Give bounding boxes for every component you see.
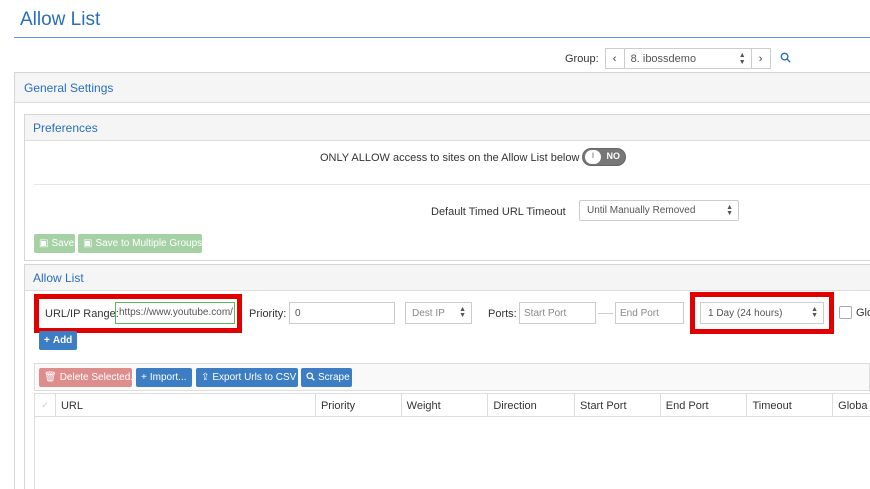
- save-multi-label: Save to Multiple Groups: [95, 238, 203, 249]
- allow-list-table-body: [34, 417, 870, 489]
- group-prev-button[interactable]: ‹: [604, 48, 625, 69]
- only-allow-toggle[interactable]: ‖ NO: [582, 148, 626, 166]
- url-ip-range-input[interactable]: https://www.youtube.com/: [115, 302, 235, 324]
- end-port-input[interactable]: End Port: [615, 302, 684, 324]
- start-port-input[interactable]: Start Port: [519, 302, 596, 324]
- export-label: Export Urls to CSV: [212, 372, 297, 383]
- general-settings-header[interactable]: General Settings: [15, 73, 870, 103]
- priority-label: Priority:: [249, 308, 287, 320]
- column-start-port[interactable]: Start Port: [575, 394, 661, 416]
- add-button[interactable]: + Add: [39, 331, 77, 350]
- entry-timeout-value: 1 Day (24 hours): [708, 308, 783, 319]
- column-global[interactable]: Globa: [833, 394, 870, 416]
- page-title: Allow List: [20, 9, 101, 30]
- delete-label: Delete Selected...: [59, 372, 139, 383]
- dest-ip-select[interactable]: Dest IP ▲ ▼: [405, 302, 472, 324]
- save-icon: ▣: [83, 238, 93, 249]
- scrape-button[interactable]: Scrape: [301, 368, 352, 387]
- dest-ip-value: Dest IP: [412, 308, 445, 319]
- select-all-check-icon[interactable]: ✓: [35, 394, 56, 416]
- select-arrows-icon: ▲ ▼: [738, 52, 746, 66]
- scrape-label: Scrape: [318, 372, 350, 383]
- delete-selected-button[interactable]: 🗑 Delete Selected...: [39, 368, 139, 387]
- toggle-state-text: NO: [606, 151, 621, 161]
- plus-icon: +: [44, 335, 50, 346]
- search-icon[interactable]: [780, 52, 791, 66]
- column-end-port[interactable]: End Port: [661, 394, 748, 416]
- ports-label: Ports:: [488, 308, 517, 320]
- group-select[interactable]: 8. ibossdemo ▲ ▼: [624, 48, 751, 69]
- import-button[interactable]: + Import...: [136, 368, 192, 387]
- column-url[interactable]: URL: [56, 394, 316, 416]
- save-button[interactable]: ▣ Save: [34, 234, 75, 253]
- group-label: Group:: [565, 52, 599, 65]
- group-next-button[interactable]: ›: [750, 48, 771, 69]
- timed-url-timeout-value: Until Manually Removed: [587, 205, 696, 216]
- plus-icon: +: [141, 372, 147, 383]
- import-label: Import...: [149, 372, 187, 383]
- allow-list-table-header: ✓ URL Priority Weight Direction Start Po…: [34, 393, 870, 417]
- save-multiple-groups-button[interactable]: ▣ Save to Multiple Groups: [78, 234, 202, 253]
- global-label: Glo: [856, 307, 870, 319]
- timed-url-timeout-label: Default Timed URL Timeout: [431, 206, 566, 218]
- global-checkbox[interactable]: [839, 306, 852, 319]
- group-selector: Group: ‹ 8. ibossdemo ▲ ▼ ›: [565, 48, 791, 69]
- preferences-header[interactable]: Preferences: [25, 115, 870, 141]
- toggle-knob-icon: ‖: [585, 150, 601, 164]
- column-timeout[interactable]: Timeout: [747, 394, 834, 416]
- url-ip-range-label: URL/IP Range:: [45, 308, 119, 320]
- preferences-divider: [34, 184, 870, 185]
- upload-icon: ⇪: [201, 372, 210, 383]
- export-csv-button[interactable]: ⇪ Export Urls to CSV: [196, 368, 298, 387]
- only-allow-label: ONLY ALLOW access to sites on the Allow …: [320, 152, 580, 164]
- column-weight[interactable]: Weight: [402, 394, 489, 416]
- priority-input[interactable]: 0: [289, 302, 395, 324]
- select-arrows-icon: ▲ ▼: [811, 306, 818, 319]
- title-divider: [14, 37, 870, 38]
- trash-icon: 🗑: [44, 372, 57, 383]
- column-direction[interactable]: Direction: [488, 394, 576, 416]
- add-button-label: Add: [52, 335, 73, 346]
- select-arrows-icon: ▲ ▼: [726, 204, 733, 217]
- search-icon: [306, 371, 315, 384]
- port-separator: [598, 313, 613, 314]
- save-icon: ▣: [39, 238, 49, 249]
- column-priority[interactable]: Priority: [316, 394, 402, 416]
- allow-list-header[interactable]: Allow List: [25, 265, 870, 291]
- entry-timeout-select[interactable]: 1 Day (24 hours) ▲ ▼: [700, 302, 824, 324]
- timed-url-timeout-select[interactable]: Until Manually Removed ▲ ▼: [579, 200, 739, 221]
- group-select-value: 8. ibossdemo: [630, 52, 697, 65]
- select-arrows-icon: ▲ ▼: [459, 306, 466, 319]
- save-button-label: Save: [51, 238, 75, 249]
